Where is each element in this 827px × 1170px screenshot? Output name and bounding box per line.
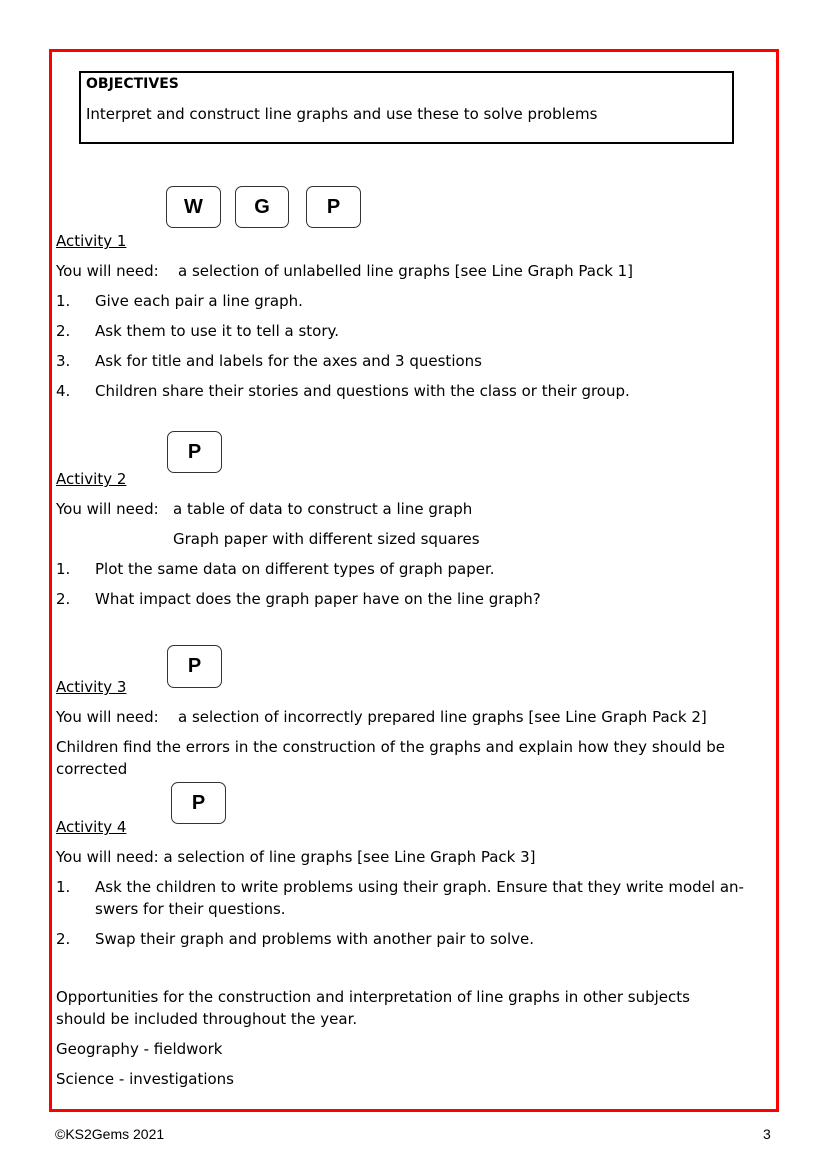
activity-3-text: Children find the errors in the construc… (56, 738, 726, 756)
activity-3-title: Activity 3 (56, 678, 127, 696)
group-badge: G (235, 186, 289, 228)
activity-2-need-item: a table of data to construct a line grap… (173, 500, 473, 518)
step-number: 1. (56, 292, 71, 310)
activity-1-step: Ask them to use it to tell a story. (95, 322, 340, 340)
notes-text: should be included throughout the year. (56, 1010, 358, 1028)
step-number: 2. (56, 930, 71, 948)
activity-4-step: swers for their questions. (95, 900, 286, 918)
notes-text: Opportunities for the construction and i… (56, 988, 690, 1006)
step-number: 1. (56, 878, 71, 896)
objectives-text: Interpret and construct line graphs and … (86, 105, 598, 123)
activity-1-step: Ask for title and labels for the axes an… (95, 352, 482, 370)
activity-3-pair-badge: P (167, 645, 222, 688)
step-number: 2. (56, 590, 71, 608)
subject-item: Geography - fieldwork (56, 1040, 223, 1058)
subject-item: Science - investigations (56, 1070, 235, 1088)
copyright: ©KS2Gems 2021 (55, 1126, 165, 1142)
step-number: 4. (56, 382, 71, 400)
activity-4-step: Swap their graph and problems with anoth… (95, 930, 534, 948)
activity-3-need-item: a selection of incorrectly prepared line… (178, 708, 707, 726)
activity-4-step: Ask the children to write problems using… (95, 878, 744, 896)
activity-1-step: Give each pair a line graph. (95, 292, 303, 310)
step-number: 1. (56, 560, 71, 578)
activity-1-step: Children share their stories and questio… (95, 382, 630, 400)
activity-2-step: Plot the same data on different types of… (95, 560, 495, 578)
objectives-box: OBJECTIVES Interpret and construct line … (79, 71, 734, 144)
step-number: 3. (56, 352, 71, 370)
activity-1-title: Activity 1 (56, 232, 127, 250)
activity-3-text: corrected (56, 760, 128, 778)
page-frame (49, 49, 779, 1112)
pair-badge: P (306, 186, 361, 228)
activity-2-title: Activity 2 (56, 470, 127, 488)
activity-4-need: You will need: a selection of line graph… (56, 848, 536, 866)
activity-1-need-item: a selection of unlabelled line graphs [s… (178, 262, 634, 280)
activity-2-pair-badge: P (167, 431, 222, 473)
activity-2-need-label: You will need: (56, 500, 159, 518)
step-number: 2. (56, 322, 71, 340)
objectives-heading: OBJECTIVES (86, 76, 179, 92)
activity-4-title: Activity 4 (56, 818, 127, 836)
activity-2-step: What impact does the graph paper have on… (95, 590, 541, 608)
activity-1-need-label: You will need: (56, 262, 159, 280)
page-number: 3 (763, 1126, 771, 1142)
activity-4-pair-badge: P (171, 782, 226, 824)
whole-class-badge: W (166, 186, 221, 228)
activity-2-need-item: Graph paper with different sized squares (173, 530, 480, 548)
activity-3-need-label: You will need: (56, 708, 159, 726)
